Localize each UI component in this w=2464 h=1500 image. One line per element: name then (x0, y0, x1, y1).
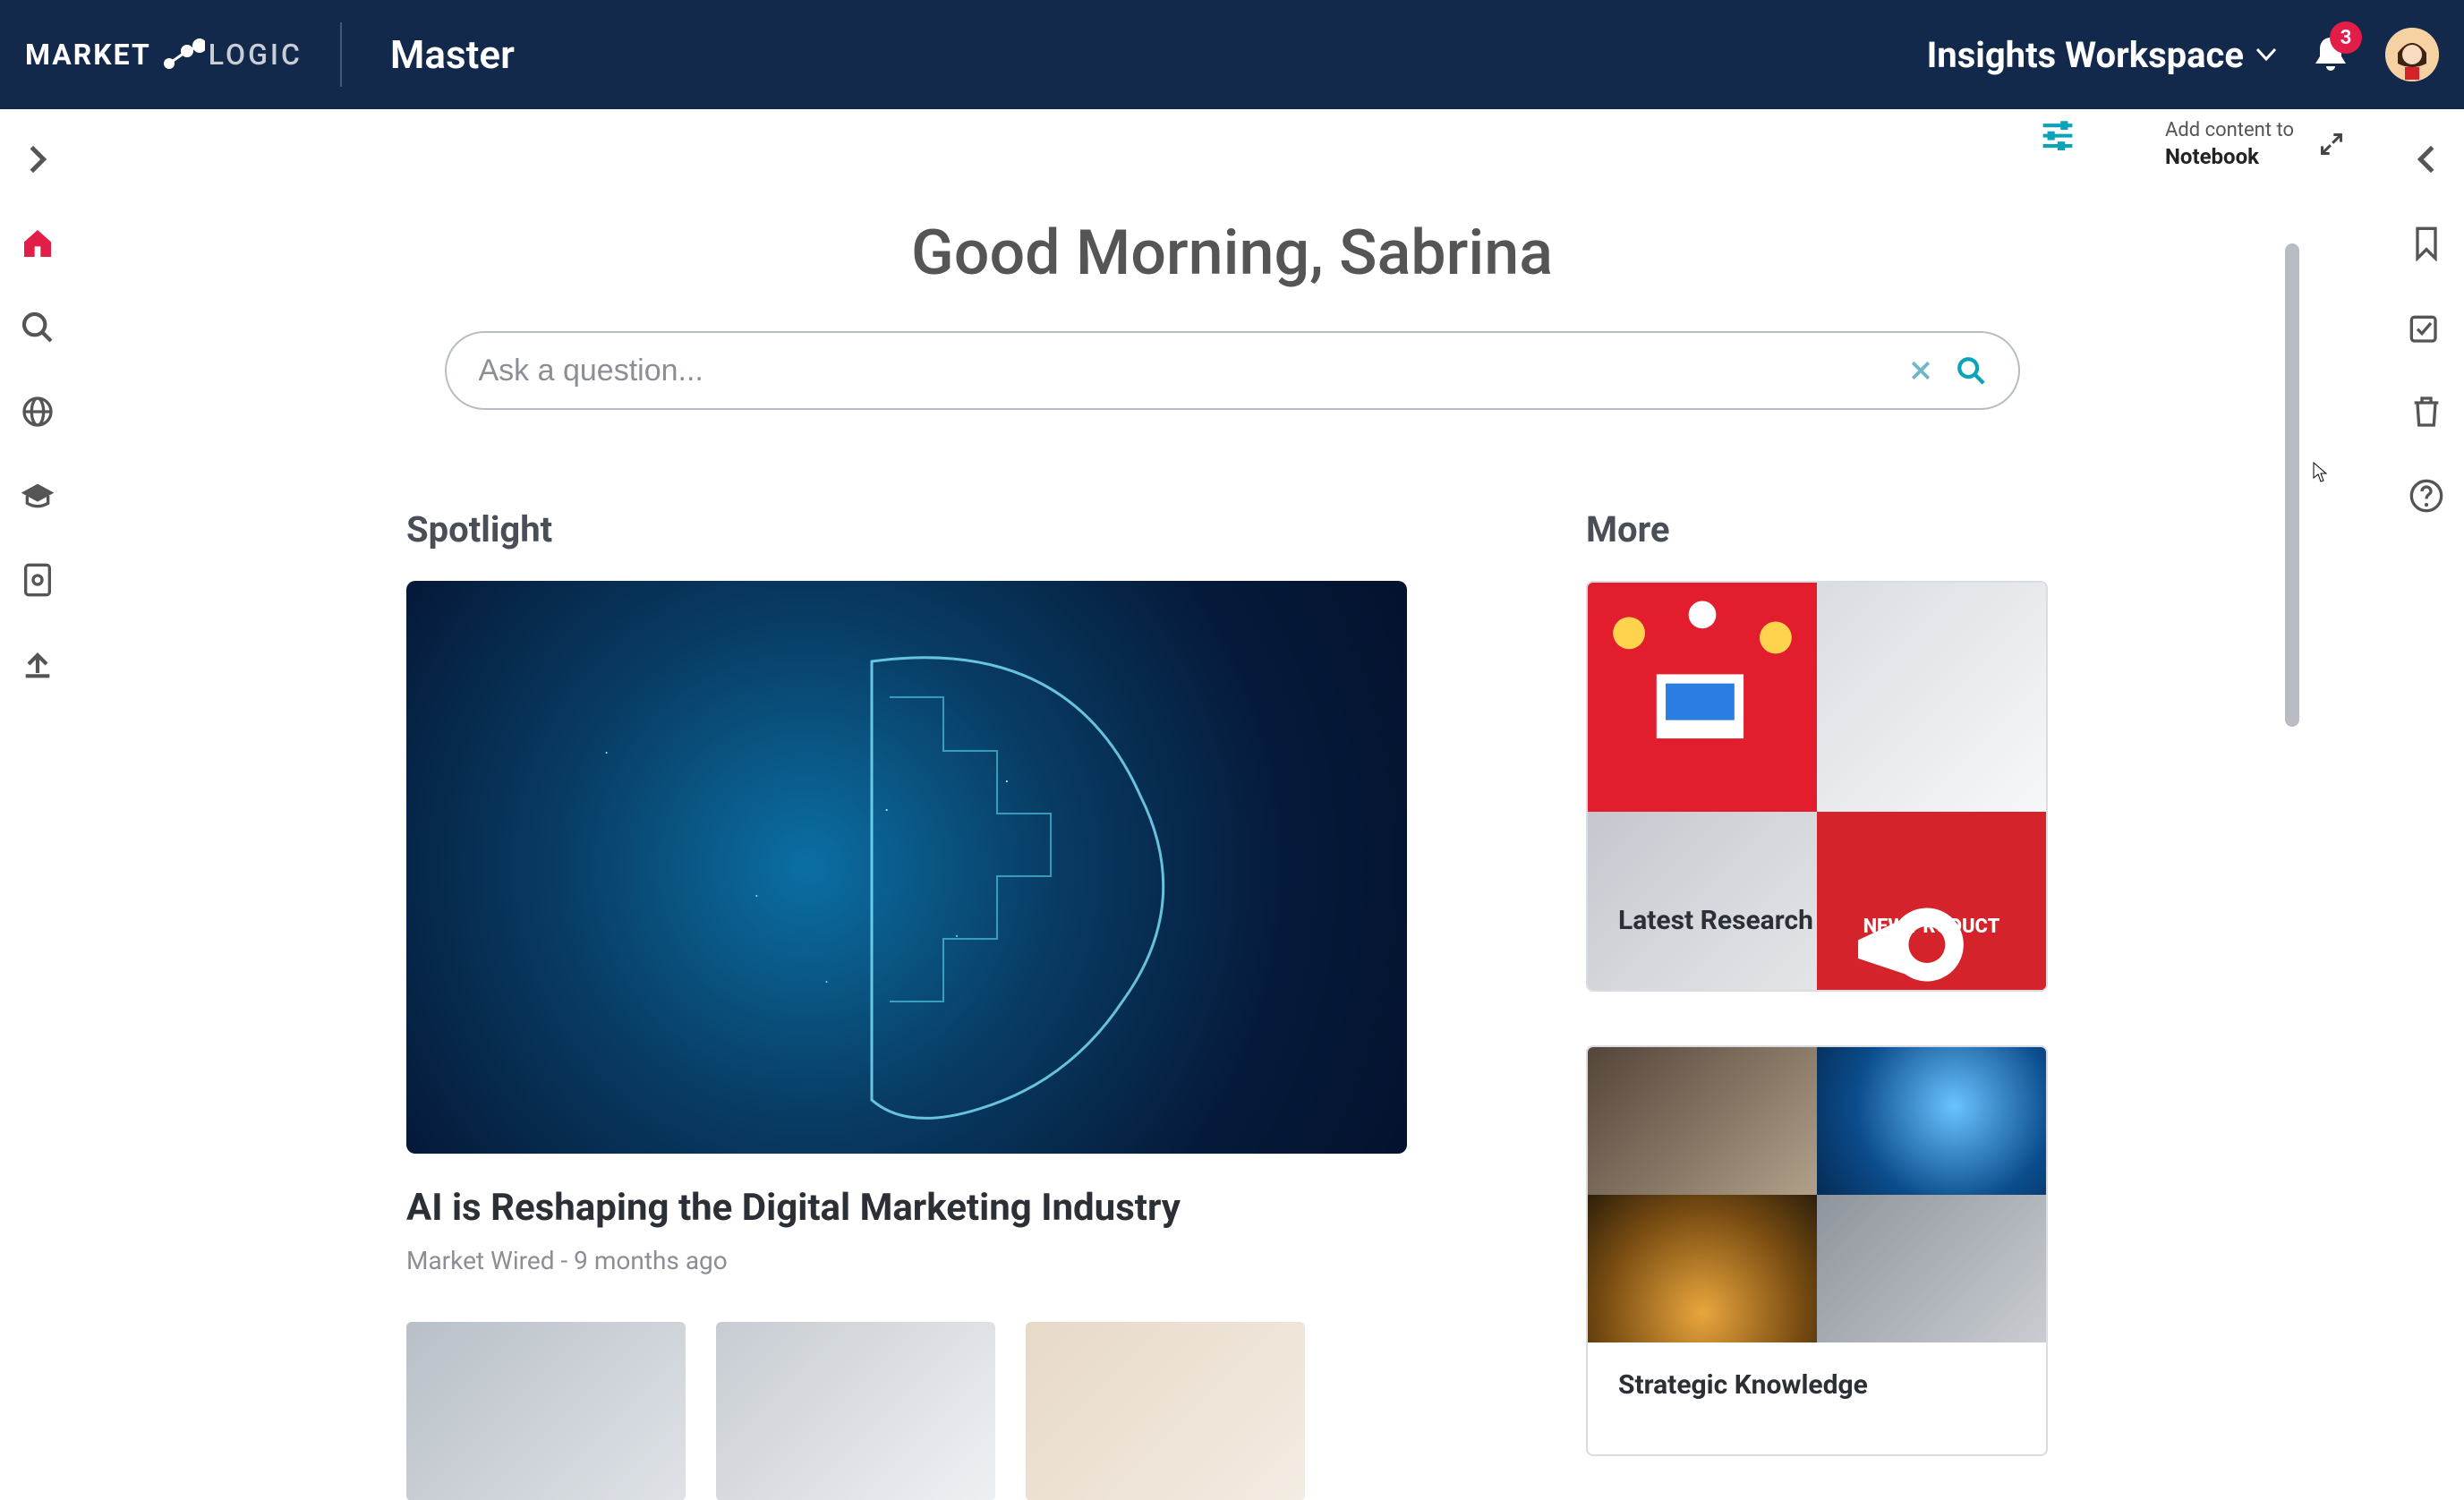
toolbar-row: Add content to Notebook (75, 109, 2389, 163)
user-avatar[interactable] (2385, 28, 2439, 81)
checklist-icon[interactable] (2409, 310, 2444, 345)
add-content-target: Notebook (2165, 143, 2294, 170)
left-nav-rail (0, 109, 75, 1500)
add-to-notebook-button[interactable]: Add content to Notebook (2165, 118, 2294, 170)
card-title: Strategic Knowledge (1618, 1369, 2016, 1401)
tile-image (1817, 1047, 2046, 1195)
clear-icon[interactable] (1907, 357, 1934, 384)
home-icon[interactable] (20, 226, 55, 261)
card-image (1588, 1047, 2046, 1342)
main-area: Add content to Notebook Good Morning, Sa… (75, 109, 2389, 1500)
brand-text-left: MARKET (25, 38, 151, 72)
brand-logo[interactable]: MARKET LOGIC (25, 38, 303, 72)
tenant-name[interactable]: Master (390, 31, 515, 78)
spotlight-heading: Spotlight (406, 508, 1407, 550)
megaphone-illustration (1817, 812, 2046, 992)
content-columns: Spotlight AI is Reshaping the Digital Ma… (75, 508, 2389, 1500)
more-section: More (1586, 508, 2048, 1500)
card-image: NEW PRODUCT (1588, 583, 2046, 878)
spotlight-meta: Market Wired - 9 months ago (406, 1246, 1407, 1275)
marketing-icons-illustration (1588, 583, 1817, 812)
workspace-label: Insights Workspace (1927, 34, 2244, 76)
tile-image (1588, 1195, 1817, 1342)
tile-image (1817, 583, 2046, 812)
notifications-button[interactable]: 3 (2312, 34, 2349, 75)
chevron-down-icon (2256, 48, 2276, 61)
spotlight-thumb[interactable] (716, 1322, 995, 1500)
divider (340, 22, 342, 87)
tile-image: NEW PRODUCT (1817, 812, 2046, 992)
education-icon[interactable] (20, 478, 55, 514)
spotlight-thumb[interactable] (1026, 1322, 1305, 1500)
search-bar[interactable] (445, 331, 2020, 410)
more-heading: More (1586, 508, 2048, 550)
expand-icon[interactable] (2319, 132, 2344, 157)
search-icon[interactable] (20, 310, 55, 345)
greeting-text: Good Morning, Sabrina (75, 217, 2389, 290)
spotlight-title[interactable]: AI is Reshaping the Digital Marketing In… (406, 1186, 1407, 1230)
ai-head-illustration (406, 581, 1407, 1154)
cursor-icon (2313, 462, 2327, 483)
chevron-right-icon[interactable] (20, 141, 55, 177)
right-nav-rail (2389, 109, 2464, 1500)
search-submit-icon[interactable] (1956, 355, 1986, 386)
more-card-strategic-knowledge[interactable]: Strategic Knowledge (1586, 1045, 2048, 1456)
card-badge: NEW PRODUCT (1863, 916, 2000, 938)
add-content-label: Add content to (2165, 118, 2294, 143)
spotlight-thumb[interactable] (406, 1322, 686, 1500)
tile-image (1588, 583, 1817, 812)
tile-image (1588, 812, 1817, 992)
tile-image (1588, 1047, 1817, 1195)
search-input[interactable] (479, 354, 1886, 388)
trash-icon[interactable] (2409, 394, 2444, 430)
filters-icon[interactable] (2040, 118, 2076, 150)
help-icon[interactable] (2409, 478, 2444, 514)
brand-dots-icon (160, 38, 205, 71)
spotlight-thumbs (406, 1322, 1407, 1500)
avatar-icon (2385, 28, 2439, 81)
bookmark-icon[interactable] (2409, 226, 2444, 261)
spotlight-hero-image[interactable] (406, 581, 1407, 1154)
workspace-dropdown[interactable]: Insights Workspace (1927, 34, 2276, 76)
scrollbar[interactable] (2285, 243, 2299, 727)
brand-block: MARKET LOGIC Master (25, 22, 515, 87)
notification-badge: 3 (2330, 21, 2362, 54)
upload-icon[interactable] (20, 646, 55, 682)
storage-icon[interactable] (20, 562, 55, 598)
more-card-latest-research[interactable]: NEW PRODUCT Latest Research (1586, 581, 2048, 992)
app-header: MARKET LOGIC Master Insights Workspace 3 (0, 0, 2464, 109)
chevron-left-icon[interactable] (2409, 141, 2444, 177)
globe-icon[interactable] (20, 394, 55, 430)
tile-image (1817, 1195, 2046, 1342)
spotlight-section: Spotlight AI is Reshaping the Digital Ma… (406, 508, 1407, 1500)
brand-text-right: LOGIC (209, 38, 303, 72)
